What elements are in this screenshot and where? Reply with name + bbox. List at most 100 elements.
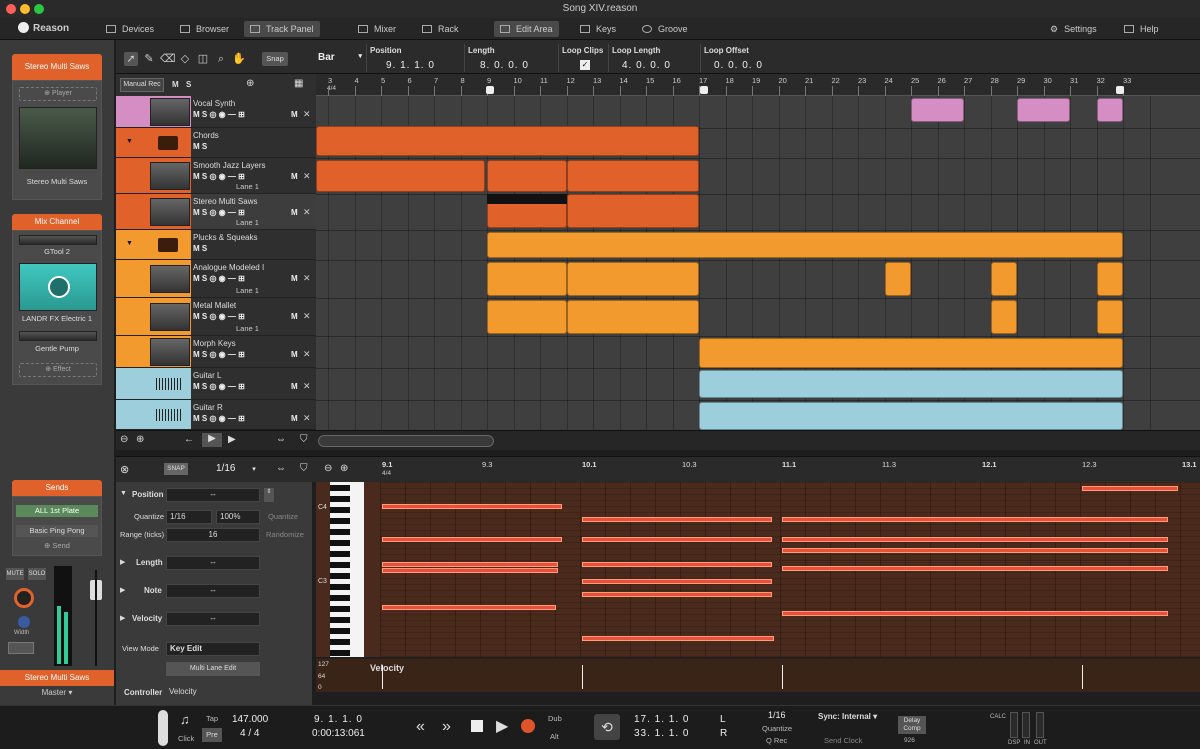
grid-view-icon[interactable]: ▦ [294, 78, 303, 89]
timeline-ruler[interactable]: 4/4 3 5 7 9 11 13 15 17 19 21 23 25 27 29 31 33 4 6 8 10 12 1… [316, 74, 1200, 96]
stop-icon[interactable] [471, 720, 483, 732]
left-locator-button[interactable]: L [720, 714, 726, 725]
black-key[interactable] [330, 496, 350, 502]
track-name[interactable]: Morph Keys [193, 339, 236, 348]
quantize-value-display[interactable]: 1/16 [768, 710, 786, 720]
velocity-bar[interactable] [382, 665, 383, 689]
instrument-thumbnail[interactable] [150, 162, 190, 190]
nudge-right-icon[interactable]: ▶ [228, 434, 236, 445]
quantize-button[interactable]: Quantize [268, 512, 298, 521]
instrument-thumbnail[interactable] [150, 98, 190, 126]
velocity-lane[interactable]: 127 64 0 Velocity [316, 658, 1200, 692]
track-row[interactable]: Analogue Modeled I M S ◎ ◉ — ⊞ Lane 1 M ✕ [116, 260, 316, 298]
collapse-arrow-icon[interactable]: ▼ [126, 138, 133, 145]
tempo-display[interactable]: 147.000 [232, 714, 268, 725]
clip[interactable] [316, 126, 699, 156]
midi-note[interactable] [582, 579, 772, 584]
view-mode-dropdown[interactable]: Key Edit [166, 642, 260, 656]
track-controls[interactable]: M S [193, 142, 207, 151]
velocity-bar[interactable] [1082, 665, 1083, 689]
track-name[interactable]: Guitar L [193, 371, 221, 380]
send-clock-button[interactable]: Send Clock [824, 736, 862, 745]
track-panel-button[interactable]: Track Panel [244, 21, 320, 37]
delete-lane-icon[interactable]: ✕ [303, 273, 311, 284]
click-toggle[interactable] [158, 710, 168, 746]
track-controls[interactable]: M S ◎ ◉ — ⊞ [193, 172, 245, 181]
waveform-button[interactable] [8, 642, 34, 654]
editor-fit-icon[interactable]: ⇔ [276, 463, 286, 474]
delete-lane-icon[interactable]: ✕ [303, 207, 311, 218]
instrument-thumbnail[interactable] [150, 198, 190, 226]
delete-lane-icon[interactable]: ✕ [303, 413, 311, 424]
range-input[interactable]: 16 [166, 528, 260, 542]
add-track-icon[interactable]: ⊕ [246, 78, 254, 89]
midi-note[interactable] [782, 611, 1168, 616]
track-name[interactable]: Stereo Multi Saws [193, 197, 257, 206]
zoom-in-icon[interactable]: ⊕ [136, 434, 144, 445]
track-row[interactable]: Vocal Synth M S ◎ ◉ — ⊞ M ✕ [116, 96, 316, 128]
track-row[interactable]: Guitar L M S ◎ ◉ — ⊞ M ✕ [116, 368, 316, 400]
black-key[interactable] [330, 562, 350, 568]
lane-mute-button[interactable]: M [291, 414, 298, 423]
velocity-bar[interactable] [582, 665, 583, 689]
marker-icon[interactable]: ⛉ [300, 434, 308, 445]
instrument-thumbnail[interactable] [150, 265, 190, 293]
close-window-button[interactable] [6, 4, 16, 14]
delete-lane-icon[interactable]: ✕ [303, 109, 311, 120]
width-knob[interactable] [18, 616, 30, 628]
loop-start-marker[interactable] [700, 86, 708, 94]
black-key[interactable] [330, 650, 350, 656]
metronome-icon[interactable]: ♫ [180, 712, 190, 727]
close-editor-icon[interactable]: ⊗ [120, 463, 129, 476]
dub-button[interactable]: Dub [548, 714, 562, 723]
loop-left-display[interactable]: 17. 1. 1. 0 [634, 714, 689, 725]
track-name[interactable]: Guitar R [193, 403, 223, 412]
lane-mute-button[interactable]: M [291, 312, 298, 321]
black-key[interactable] [330, 518, 350, 524]
effect-button[interactable]: ⊕ Effect [19, 363, 97, 377]
clip[interactable] [699, 402, 1123, 430]
help-button[interactable]: Help [1118, 21, 1165, 37]
midi-note[interactable] [582, 517, 772, 522]
track-row[interactable]: Morph Keys M S ◎ ◉ — ⊞ M ✕ [116, 336, 316, 368]
gentle-pump-thumbnail[interactable] [19, 331, 97, 341]
midi-note[interactable] [382, 504, 562, 509]
black-key[interactable] [330, 584, 350, 590]
clip[interactable] [487, 300, 567, 334]
manual-rec-button[interactable]: Manual Rec [120, 78, 164, 92]
mixer-button[interactable]: Mixer [352, 21, 402, 37]
editor-ruler[interactable]: 4/4 9.1 9.3 10.1 10.3 11.1 11.3 12.1 12.3 13.1 [378, 457, 1200, 483]
delay-comp-button[interactable]: Delay Comp [898, 716, 926, 734]
right-locator-button[interactable]: R [720, 728, 727, 739]
loop-offset-field[interactable]: 0. 0. 0. 0 [714, 60, 763, 71]
black-key[interactable] [330, 507, 350, 513]
clip[interactable] [699, 370, 1123, 398]
lane-mute-button[interactable]: M [291, 274, 298, 283]
track-controls[interactable]: M S ◎ ◉ — ⊞ [193, 312, 245, 321]
mute-tool-icon[interactable]: ◫ [196, 52, 210, 66]
clip[interactable] [990, 300, 1017, 334]
snap-button[interactable]: Snap [262, 52, 288, 66]
horizontal-scrollbar[interactable] [318, 435, 494, 447]
randomize-button[interactable]: Randomize [266, 530, 304, 539]
controller-dropdown[interactable]: Velocity [166, 686, 260, 700]
midi-note[interactable] [782, 548, 1168, 553]
lane-mute-button[interactable]: M [291, 382, 298, 391]
clip[interactable] [487, 262, 567, 296]
clip[interactable] [1096, 300, 1123, 334]
editor-zoom-in-icon[interactable]: ⊕ [340, 463, 348, 474]
clip[interactable] [1096, 98, 1123, 122]
master-dropdown[interactable]: Master ▾ [0, 688, 114, 697]
piano-keyboard[interactable] [330, 482, 364, 657]
follow-icon[interactable]: ▶ [202, 433, 222, 447]
rack-button[interactable]: Rack [416, 21, 465, 37]
velocity-input[interactable]: -- [166, 612, 260, 626]
instrument-thumbnail[interactable] [150, 338, 190, 366]
clip[interactable] [990, 262, 1017, 296]
clip[interactable] [566, 300, 699, 334]
black-key[interactable] [330, 485, 350, 491]
send-button[interactable]: ⊕ Send [16, 541, 98, 550]
editor-marker-icon[interactable]: ⛉ [300, 463, 308, 474]
mute-button[interactable]: MUTE [6, 568, 24, 580]
lane-mute-button[interactable]: M [291, 110, 298, 119]
